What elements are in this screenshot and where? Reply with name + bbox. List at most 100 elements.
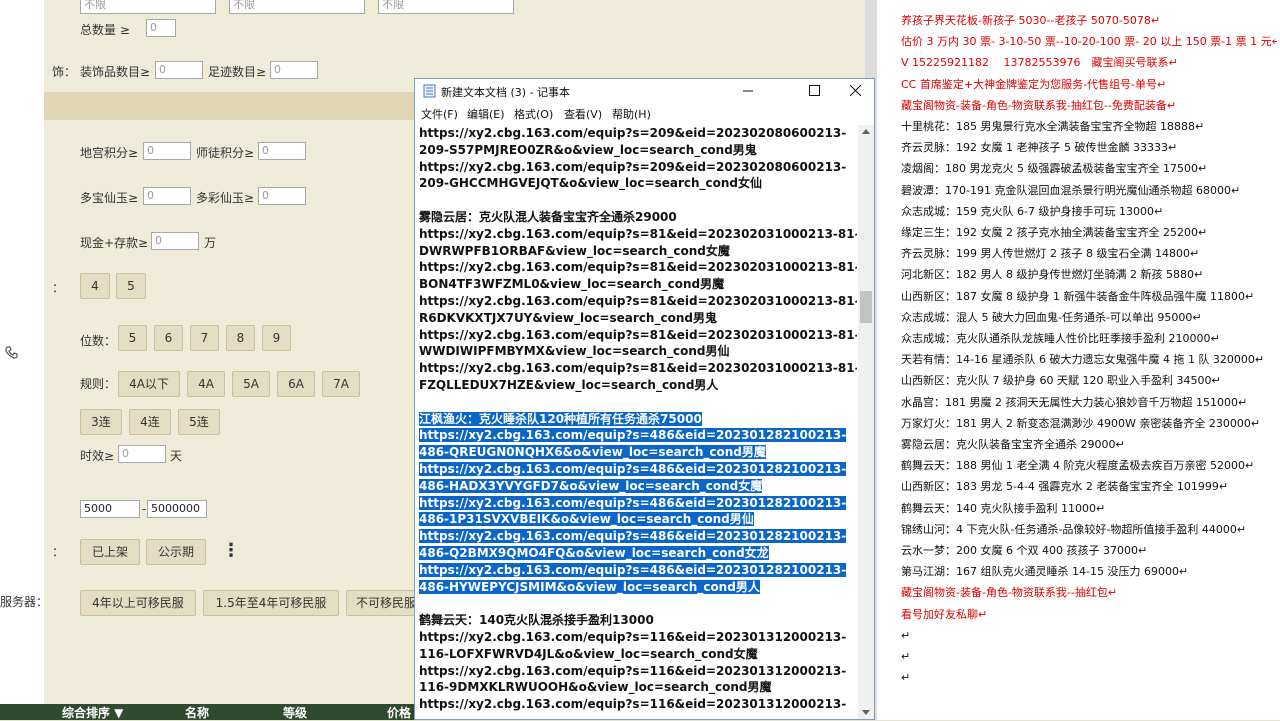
position-button-9[interactable]: 9: [262, 325, 291, 351]
cash-input[interactable]: 0: [151, 232, 199, 250]
filter-input-3[interactable]: 不限: [378, 0, 514, 14]
multi-jade-input[interactable]: 0: [143, 187, 191, 205]
rule-button-4a[interactable]: 4A: [187, 371, 225, 397]
total-count-label: 总数量 ≥: [80, 23, 130, 37]
rule-button-7a[interactable]: 7A: [322, 371, 360, 397]
migrate-button-1-5y[interactable]: 1.5年至4年可移民服: [203, 590, 339, 616]
position-button-7[interactable]: 7: [190, 325, 219, 351]
notepad-line: https://xy2.cbg.163.com/equip?s=209&eid=…: [419, 126, 847, 140]
filter-input-1[interactable]: 不限: [80, 0, 216, 14]
notepad-line: https://xy2.cbg.163.com/equip?s=486&eid=…: [419, 562, 847, 577]
master-label: 师徒积分≥: [196, 146, 255, 160]
minimize-icon[interactable]: [743, 86, 753, 96]
rule-button-6a[interactable]: 6A: [277, 371, 315, 397]
price-header[interactable]: 价格: [387, 704, 411, 721]
listing-line: 锦绣山河：4 下克火队-任务通杀-品像较好-物超所值接手盈利 44000↵: [901, 522, 1247, 536]
notepad-line: BON4TF3WFZML0&view_loc=search_cond男魔: [419, 277, 725, 292]
notepad-line: R6DKVKXTJX7UY&view_loc=search_cond男鬼: [419, 310, 717, 325]
level-header[interactable]: 等级: [283, 704, 307, 721]
notepad-line: https://xy2.cbg.163.com/equip?s=486&eid=…: [419, 529, 847, 544]
migrate-button-4y[interactable]: 4年以上可移民服: [80, 590, 196, 616]
position-button-8[interactable]: 8: [226, 325, 255, 351]
status-button-listed[interactable]: 已上架: [80, 539, 140, 565]
total-count-input[interactable]: 0: [146, 19, 176, 37]
listing-line: 藏宝阁物资-装备-角色-物资联系我--抽红包↵: [901, 586, 1118, 600]
listing-line: 养孩子界天花板-新孩子 5030--老孩子 5070-5078↵: [901, 14, 1161, 27]
listing-line: 云水一梦：200 女魔 6 个双 400 孩孩子 37000↵: [901, 544, 1148, 558]
listing-line: 凌烟阁：180 男龙克火 5 级强霹破孟极装备宝宝齐全 17500↵: [901, 162, 1208, 176]
close-icon[interactable]: [850, 85, 861, 96]
listing-line: ↵: [901, 671, 911, 685]
menu-view[interactable]: 查看(V): [564, 106, 602, 122]
multi-jade-label: 多宝仙玉≥: [80, 191, 139, 205]
notepad-line: https://xy2.cbg.163.com/equip?s=486&eid=…: [419, 495, 847, 510]
position-button-5[interactable]: 5: [118, 325, 147, 351]
more-icon[interactable]: ⋮: [222, 540, 240, 561]
listing-line: 水晶宫：181 男魔 2 孩洞天无属性大力装心狼妙音千万物超 151000↵: [901, 395, 1248, 409]
menu-file[interactable]: 文件(F): [421, 106, 458, 122]
positions-label: 位数：: [80, 334, 117, 348]
menu-help[interactable]: 帮助(H): [612, 106, 651, 122]
footprint-input[interactable]: 0: [270, 61, 318, 79]
notepad-text-area[interactable]: https://xy2.cbg.163.com/equip?s=209&eid=…: [419, 125, 857, 719]
listing-line: 众志成城：混人 5 破大力回血鬼-任务通杀-可以单出 95000↵: [901, 310, 1202, 324]
position-button-6[interactable]: 6: [154, 325, 183, 351]
maximize-icon[interactable]: [809, 85, 820, 96]
price-max-input[interactable]: 5000000: [147, 500, 207, 518]
listing-line: 众志成城：159 克火队 6-7 级护身接手可玩 13000↵: [901, 204, 1164, 218]
cash-label: 现金+存款≥: [80, 236, 149, 250]
notepad-titlebar[interactable]: 新建文本文档 (3) - 记事本: [415, 79, 874, 103]
notepad-line: 486-HADX3YVYGFD7&o&view_loc=search_cond女…: [419, 478, 763, 493]
listing-line: 看号加好友私聊↵: [901, 607, 988, 621]
listing-line: 众志成城：克火队通杀队龙族睡人性价比旺季接手盈利 210000↵: [901, 332, 1220, 346]
notepad-line: 486-Q2BMX9QMO4FQ&o&view_loc=search_cond女…: [419, 545, 769, 560]
listing-line: 碧波潭：170-191 克金队混回血混杀景行明光魔仙通杀物超 68000↵: [901, 183, 1241, 197]
scroll-up-icon[interactable]: [862, 128, 870, 134]
row-prefix: ：: [52, 281, 65, 295]
duration-label: 时效≥: [80, 449, 115, 463]
notepad-line: https://xy2.cbg.163.com/equip?s=81&eid=2…: [419, 361, 857, 376]
streak-button-4[interactable]: 4连: [129, 409, 171, 435]
palace-input[interactable]: 0: [143, 142, 191, 160]
digit-button-4[interactable]: 4: [80, 273, 110, 299]
listing-line: 齐云灵脉：192 女魔 1 老神孩子 5 破传世金麟 33333↵: [901, 141, 1178, 155]
phone-icon[interactable]: [4, 345, 20, 361]
filter-input-2[interactable]: 不限: [229, 0, 365, 14]
listing-line: 鹤舞云天：188 男仙 1 老全满 4 阶克火程度孟极去疾百万亲密 52000↵: [901, 459, 1255, 473]
listing-line: 藏宝阁物资-装备-角色-物资联系我-抽红包--免费配装备↵: [901, 98, 1177, 112]
listing-line: 第马江湖：167 组队克火通灵睡杀 14-15 没压力 69000↵: [901, 565, 1189, 579]
rule-label: 规则：: [80, 377, 117, 391]
status-button-public[interactable]: 公示期: [146, 539, 206, 565]
scroll-thumb[interactable]: [860, 291, 872, 323]
sort-header[interactable]: 综合排序 ▼: [62, 704, 123, 721]
decor-input[interactable]: 0: [155, 61, 203, 79]
status-prefix: ：: [52, 545, 65, 559]
palace-label: 地宫积分≥: [80, 146, 139, 160]
notepad-line: https://xy2.cbg.163.com/equip?s=116&eid=…: [419, 697, 847, 712]
master-input[interactable]: 0: [258, 142, 306, 160]
duration-input[interactable]: 0: [118, 445, 166, 463]
notepad-line: 209-S57PMJREO0ZR&o&view_loc=search_cond男…: [419, 142, 757, 157]
rule-button-5a[interactable]: 5A: [232, 371, 270, 397]
color-jade-input[interactable]: 0: [258, 187, 306, 205]
server-label: 服务器：: [0, 595, 49, 609]
menu-edit[interactable]: 编辑(E): [467, 106, 505, 122]
color-jade-label: 多彩仙玉≥: [196, 191, 255, 205]
listing-line: 估价 3 万内 30 票- 3-10-50 票--10-20-100 票- 20…: [901, 35, 1277, 49]
menu-format[interactable]: 格式(O): [514, 106, 553, 122]
notepad-line: https://xy2.cbg.163.com/equip?s=209&eid=…: [419, 159, 847, 174]
notepad-line: [419, 192, 857, 209]
name-header[interactable]: 名称: [185, 704, 209, 721]
streak-button-3[interactable]: 3连: [80, 409, 122, 435]
streak-button-5[interactable]: 5连: [178, 409, 220, 435]
price-min-input[interactable]: 5000: [80, 500, 140, 518]
digit-button-5[interactable]: 5: [116, 273, 146, 299]
listing-line: 鹤舞云天：140 克火队接手盈利 11000↵: [901, 501, 1106, 515]
rule-button-below-4a[interactable]: 4A以下: [118, 371, 180, 397]
notepad-window: 新建文本文档 (3) - 记事本 文件(F) 编辑(E) 格式(O) 查看(V)…: [414, 78, 875, 720]
notepad-line: 雾隐云居：克火队混人装备宝宝齐全通杀29000: [419, 209, 677, 224]
notepad-title: 新建文本文档 (3) - 记事本: [441, 86, 571, 99]
notepad-scrollbar[interactable]: [858, 125, 874, 719]
listing-line: 山西新区：克火队 7 级护身 60 天赋 120 职业入手盈利 34500↵: [901, 374, 1221, 388]
scroll-down-icon[interactable]: [862, 710, 870, 716]
